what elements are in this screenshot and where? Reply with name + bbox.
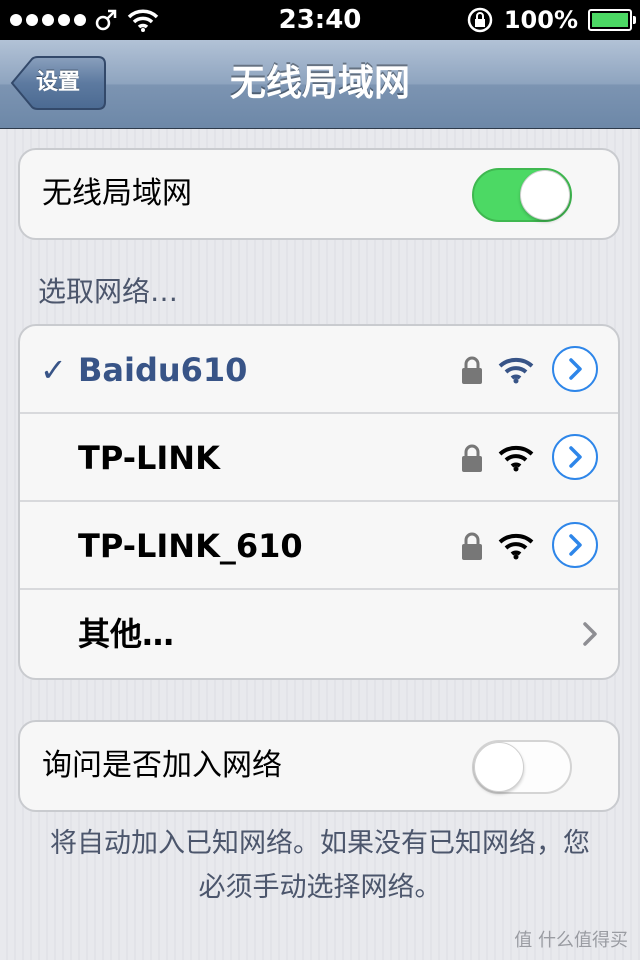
navigation-bar: 设置 无线局域网	[0, 40, 640, 129]
network-name: TP-LINK	[78, 439, 220, 477]
network-row-baidu610[interactable]: ✓ Baidu610	[20, 326, 618, 414]
wifi-switch[interactable]	[472, 168, 572, 222]
network-name: TP-LINK_610	[78, 527, 303, 565]
networks-section-header: 选取网络…	[38, 275, 179, 308]
lock-icon	[462, 532, 482, 560]
wifi-signal-icon	[498, 357, 534, 384]
networks-group: ✓ Baidu610 TP-LINK TP-LINK_610 其他…	[18, 324, 620, 680]
footer-note: 将自动加入已知网络。如果没有已知网络，您必须手动选择网络。	[50, 828, 590, 903]
wifi-signal-icon	[498, 445, 534, 472]
network-row-tp-link-610[interactable]: TP-LINK_610	[20, 502, 618, 590]
checkmark-icon: ✓	[40, 351, 67, 389]
wifi-toggle-group: 无线局域网	[18, 148, 620, 240]
wifi-toggle-label: 无线局域网	[42, 176, 192, 211]
wifi-signal-icon	[498, 533, 534, 560]
wifi-toggle-row: 无线局域网	[20, 150, 618, 238]
ask-to-join-group: 询问是否加入网络	[18, 720, 620, 812]
status-right: 100%	[466, 0, 636, 40]
battery-percent: 100%	[503, 6, 578, 34]
lock-icon	[462, 444, 482, 472]
other-network-label: 其他…	[78, 615, 175, 653]
ask-to-join-switch[interactable]	[472, 740, 572, 794]
status-bar: 23:40 100%	[0, 0, 640, 40]
switch-knob	[520, 170, 570, 220]
other-network-row[interactable]: 其他…	[20, 590, 618, 678]
detail-disclosure-button[interactable]	[552, 434, 598, 480]
chevron-right-icon	[583, 622, 597, 646]
lock-icon	[462, 356, 482, 384]
network-name: Baidu610	[78, 351, 248, 389]
watermark: 值 什么值得买	[514, 926, 628, 952]
detail-disclosure-button[interactable]	[552, 346, 598, 392]
detail-disclosure-button[interactable]	[552, 522, 598, 568]
switch-knob	[474, 742, 524, 792]
network-row-tp-link[interactable]: TP-LINK	[20, 414, 618, 502]
battery-icon	[588, 9, 636, 31]
ask-to-join-label: 询问是否加入网络	[42, 748, 282, 783]
rotation-lock-icon	[467, 7, 493, 33]
watermark-text: 值 什么值得买	[514, 930, 628, 951]
page-title: 无线局域网	[229, 63, 410, 104]
ask-to-join-row: 询问是否加入网络	[20, 722, 618, 810]
